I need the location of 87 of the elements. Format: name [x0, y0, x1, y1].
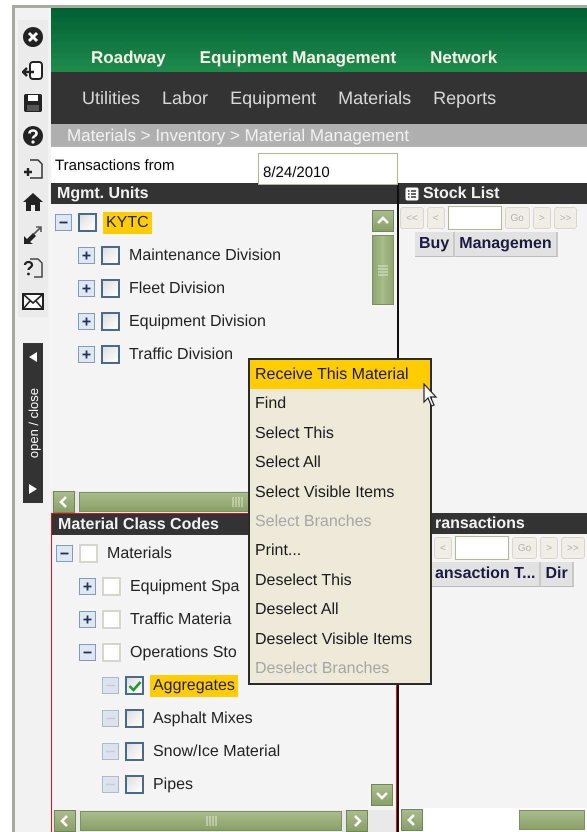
tree-item-label[interactable]: KYTC	[103, 212, 152, 234]
panel-title: ransactions	[435, 514, 525, 532]
triangle-icon	[28, 482, 38, 495]
leaf-marker-icon	[102, 743, 119, 760]
home-icon[interactable]	[22, 190, 44, 212]
field-label: Transactions from	[55, 157, 176, 174]
menu-item[interactable]: Select This	[250, 418, 430, 448]
triangle-icon	[28, 351, 38, 363]
tree-item-label[interactable]: Fleet Division	[126, 278, 228, 300]
transfer-arrows-icon[interactable]	[22, 224, 44, 246]
checkbox[interactable]	[101, 246, 120, 265]
checkbox[interactable]	[101, 279, 120, 298]
collapse-icon[interactable]	[55, 214, 72, 231]
menu-item[interactable]: Select All	[250, 448, 430, 478]
leaf-marker-icon	[102, 776, 119, 793]
menu-item[interactable]: Deselect This	[250, 566, 430, 596]
list-icon	[405, 186, 419, 200]
panel-title: Mgmt. Units	[57, 184, 149, 202]
grip-icon	[231, 497, 243, 507]
check-icon	[128, 680, 142, 692]
scroll-button[interactable]	[346, 810, 368, 832]
add-document-icon[interactable]	[22, 158, 44, 180]
menu-item[interactable]: Print...	[250, 536, 430, 566]
help-icon[interactable]	[22, 124, 44, 146]
tree-item-label[interactable]: Traffic Division	[126, 344, 236, 366]
tree-item-label[interactable]: Maintenance Division	[126, 244, 284, 266]
menu-item[interactable]: Deselect All	[250, 595, 430, 625]
menu-item[interactable]: Labor	[162, 88, 208, 108]
expand-icon[interactable]	[79, 578, 96, 595]
column-header[interactable]: ansaction T...	[431, 562, 542, 587]
tree-item-label[interactable]: Snow/Ice Material	[150, 740, 284, 762]
save-icon[interactable]	[22, 92, 44, 114]
checkbox[interactable]	[125, 709, 144, 728]
breadcrumb: Materials > Inventory > Material Management	[51, 124, 587, 147]
scroll-button[interactable]	[372, 210, 394, 232]
exit-icon[interactable]	[22, 58, 44, 80]
grip-icon	[378, 264, 388, 276]
open-close-label: open / close	[26, 388, 40, 458]
document-question-icon[interactable]	[22, 256, 44, 278]
expand-icon[interactable]	[78, 247, 95, 264]
page-field[interactable]	[454, 536, 509, 560]
page-field[interactable]	[448, 206, 502, 230]
checkbox[interactable]	[125, 676, 144, 695]
tree-item-label[interactable]: Equipment Division	[126, 310, 269, 332]
checkbox[interactable]	[101, 312, 120, 331]
tree-item-label[interactable]: Operations Sto	[127, 642, 240, 664]
scroll-button[interactable]	[54, 810, 76, 832]
tree-item-label[interactable]: Asphalt Mixes	[150, 708, 256, 730]
column-header[interactable]: Dir	[541, 562, 574, 587]
tree-item-label[interactable]: Aggregates	[150, 674, 238, 696]
column-header[interactable]: Managemen	[455, 232, 558, 257]
scroll-button[interactable]	[53, 491, 75, 513]
tree-item-label[interactable]: Equipment Spa	[127, 576, 242, 598]
expand-icon[interactable]	[79, 611, 96, 628]
menu-item[interactable]: Utilities	[82, 88, 140, 108]
checkbox[interactable]	[101, 345, 120, 364]
menu-item[interactable]: Equipment	[230, 88, 316, 108]
module-tab[interactable]: Equipment Management	[200, 48, 396, 68]
checkbox[interactable]	[78, 213, 97, 232]
collapse-icon[interactable]	[79, 644, 96, 661]
scroll-button[interactable]	[401, 809, 423, 831]
expand-icon[interactable]	[78, 313, 95, 330]
menu-item[interactable]: Materials	[338, 88, 412, 108]
tree-item-label[interactable]: Pipes	[150, 774, 196, 796]
panel-title: Stock List	[423, 184, 500, 202]
menu-item[interactable]: Select Visible Items	[250, 478, 430, 507]
panel-title: Material Class Codes	[58, 516, 219, 534]
module-tab[interactable]: Network	[430, 48, 498, 68]
date-field[interactable]: 8/24/2010	[258, 153, 398, 185]
leaf-marker-icon	[102, 677, 119, 694]
open-close-tab[interactable]: open / close	[23, 343, 43, 503]
tree-item-label[interactable]: Materials	[104, 542, 175, 564]
tree-item-label[interactable]: Traffic Materia	[127, 608, 234, 630]
column-header[interactable]: Buy	[415, 232, 456, 257]
menu-item[interactable]: Reports	[433, 88, 496, 108]
leaf-marker-icon	[102, 710, 119, 727]
scroll-button[interactable]	[371, 784, 393, 806]
module-tab[interactable]: Roadway	[91, 48, 166, 68]
menu-item[interactable]: Deselect Visible Items	[250, 624, 430, 654]
expand-icon[interactable]	[78, 346, 95, 363]
expand-icon[interactable]	[78, 280, 95, 297]
collapse-icon[interactable]	[56, 545, 73, 562]
checkbox[interactable]	[125, 775, 144, 794]
checkbox[interactable]	[125, 742, 144, 761]
menu-item[interactable]: Receive This Material	[250, 360, 430, 390]
close-icon[interactable]	[22, 26, 44, 48]
grip-icon	[205, 816, 217, 826]
